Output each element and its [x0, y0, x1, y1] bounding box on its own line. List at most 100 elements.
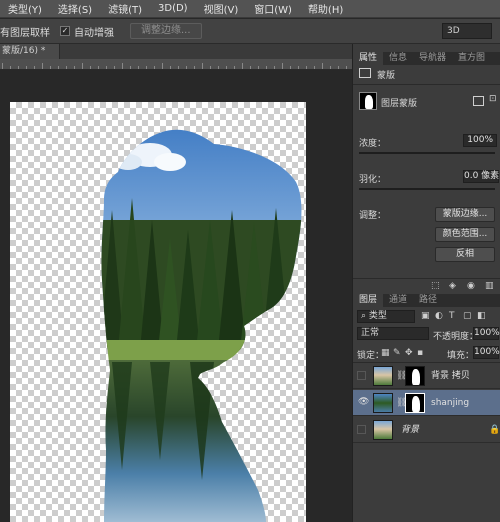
visibility-toggle-icon[interactable]: ◉: [467, 281, 475, 292]
layer-thumbnail: [373, 366, 393, 386]
lock-all-icon[interactable]: ▪: [417, 348, 423, 359]
menu-select[interactable]: 选择(S): [50, 1, 100, 16]
ruler-tick: [170, 66, 171, 69]
lock-position-icon[interactable]: ✥: [405, 348, 413, 359]
shape-filter-icon[interactable]: ▢: [463, 311, 472, 322]
layer-mask-label: 图层蒙版: [381, 99, 418, 109]
auto-enhance-checkbox[interactable]: ✓: [60, 26, 70, 36]
opacity-label: 不透明度：: [433, 332, 479, 342]
ruler-tick: [234, 66, 235, 69]
layer-mask-thumbnail[interactable]: [405, 393, 425, 413]
ruler-tick: [26, 66, 27, 69]
ruler-tick: [122, 63, 123, 69]
tab-histogram[interactable]: 直方图: [452, 52, 491, 65]
blend-mode-select[interactable]: 正常: [357, 327, 429, 340]
ruler-tick: [138, 66, 139, 69]
ruler-tick: [82, 63, 83, 69]
color-range-button[interactable]: 颜色范围...: [435, 227, 495, 242]
menu-bar: 类型(Y) 选择(S) 滤镜(T) 3D(D) 视图(V) 窗口(W) 帮助(H…: [0, 0, 500, 18]
ruler-tick: [98, 66, 99, 69]
layer-name: 背景 拷贝: [431, 371, 470, 381]
menu-3d[interactable]: 3D(D): [150, 3, 196, 14]
menu-view[interactable]: 视图(V): [196, 1, 247, 16]
ruler-tick: [282, 63, 283, 69]
mask-icon: [359, 68, 371, 78]
opacity-value[interactable]: 100%: [473, 327, 500, 340]
vector-mask-icon[interactable]: ⊡: [489, 94, 497, 105]
lock-pixels-icon[interactable]: ✎: [393, 348, 401, 359]
layer-row[interactable]: 背景 🔒: [353, 417, 500, 443]
feather-slider[interactable]: [359, 188, 495, 190]
ruler-tick: [346, 66, 347, 69]
visibility-toggle[interactable]: [357, 371, 366, 380]
auto-enhance-label: 自动增强: [74, 27, 114, 39]
lock-transparent-icon[interactable]: ▦: [381, 348, 390, 359]
layer-mask-thumbnail[interactable]: [405, 366, 425, 386]
layer-filter-select[interactable]: ⌕ 类型: [357, 310, 415, 323]
density-slider[interactable]: [359, 152, 495, 154]
tab-navigator[interactable]: 导航器: [413, 52, 452, 65]
ruler-tick: [258, 66, 259, 69]
ruler-tick: [58, 66, 59, 69]
type-filter-icon[interactable]: T: [449, 311, 455, 322]
feather-label: 羽化：: [359, 175, 387, 185]
density-value[interactable]: 100%: [463, 134, 497, 147]
menu-filter[interactable]: 滤镜(T): [100, 1, 150, 16]
menu-type[interactable]: 类型(Y): [0, 1, 50, 16]
lock-label: 锁定：: [357, 351, 385, 361]
document-tab-bar: 蒙版/16) *: [0, 44, 352, 59]
layer-row-selected[interactable]: 👁 ⛓ shanjing: [353, 390, 500, 416]
ruler-tick: [290, 66, 291, 69]
workspace-select[interactable]: 3D: [442, 23, 492, 39]
tab-layers[interactable]: 图层: [353, 294, 384, 307]
tab-properties[interactable]: 属性: [353, 52, 384, 65]
silhouette-composite-image: [101, 129, 302, 522]
layer-thumbnail: [373, 393, 393, 413]
ruler-tick: [18, 66, 19, 69]
layer-name: shanjing: [431, 398, 470, 408]
sample-all-layers-label[interactable]: 有图层取样: [0, 24, 50, 39]
ruler-tick: [298, 66, 299, 69]
adjust-filter-icon[interactable]: ◐: [435, 311, 443, 322]
ruler-tick: [130, 66, 131, 69]
ruler-tick: [2, 63, 3, 69]
ruler-tick: [178, 66, 179, 69]
ruler-tick: [202, 63, 203, 69]
layer-mask-thumbnail[interactable]: [359, 92, 377, 110]
ruler-tick: [314, 66, 315, 69]
menu-help[interactable]: 帮助(H): [300, 1, 351, 16]
delete-mask-icon[interactable]: ▥: [485, 281, 494, 292]
menu-window[interactable]: 窗口(W): [246, 1, 300, 16]
ruler-tick: [306, 66, 307, 69]
smart-filter-icon[interactable]: ◧: [477, 311, 486, 322]
document-tab[interactable]: 蒙版/16) *: [0, 44, 60, 59]
ruler-tick: [42, 63, 43, 69]
pixel-mask-icon[interactable]: [473, 96, 484, 106]
ruler-tick: [322, 63, 323, 69]
visibility-toggle[interactable]: [357, 425, 366, 434]
ruler-tick: [250, 66, 251, 69]
tab-info[interactable]: 信息: [383, 52, 413, 65]
load-selection-icon[interactable]: ⬚: [431, 281, 440, 292]
fill-label: 填充：: [447, 351, 475, 361]
mask-edge-button[interactable]: 蒙版边缘...: [435, 207, 495, 222]
tab-channels[interactable]: 通道: [383, 294, 413, 307]
fill-value[interactable]: 100%: [473, 346, 500, 359]
layer-row[interactable]: ⛓ 背景 拷贝: [353, 363, 500, 389]
canvas-area[interactable]: [0, 70, 352, 522]
horizontal-ruler: [0, 59, 352, 70]
eye-icon[interactable]: 👁: [358, 398, 369, 407]
feather-value[interactable]: 0.0 像素: [463, 170, 499, 183]
ruler-tick: [106, 66, 107, 69]
ruler-tick: [186, 66, 187, 69]
refine-edge-button[interactable]: 调整边缘...: [130, 23, 202, 39]
invert-button[interactable]: 反相: [435, 247, 495, 262]
ruler-tick: [330, 66, 331, 69]
layers-tab-bar: 图层 通道 路径: [353, 294, 500, 307]
ruler-tick: [194, 66, 195, 69]
ruler-tick: [218, 66, 219, 69]
pixel-filter-icon[interactable]: ▣: [421, 311, 430, 322]
apply-mask-icon[interactable]: ◈: [449, 281, 456, 292]
ruler-tick: [90, 66, 91, 69]
tab-paths[interactable]: 路径: [413, 294, 443, 307]
